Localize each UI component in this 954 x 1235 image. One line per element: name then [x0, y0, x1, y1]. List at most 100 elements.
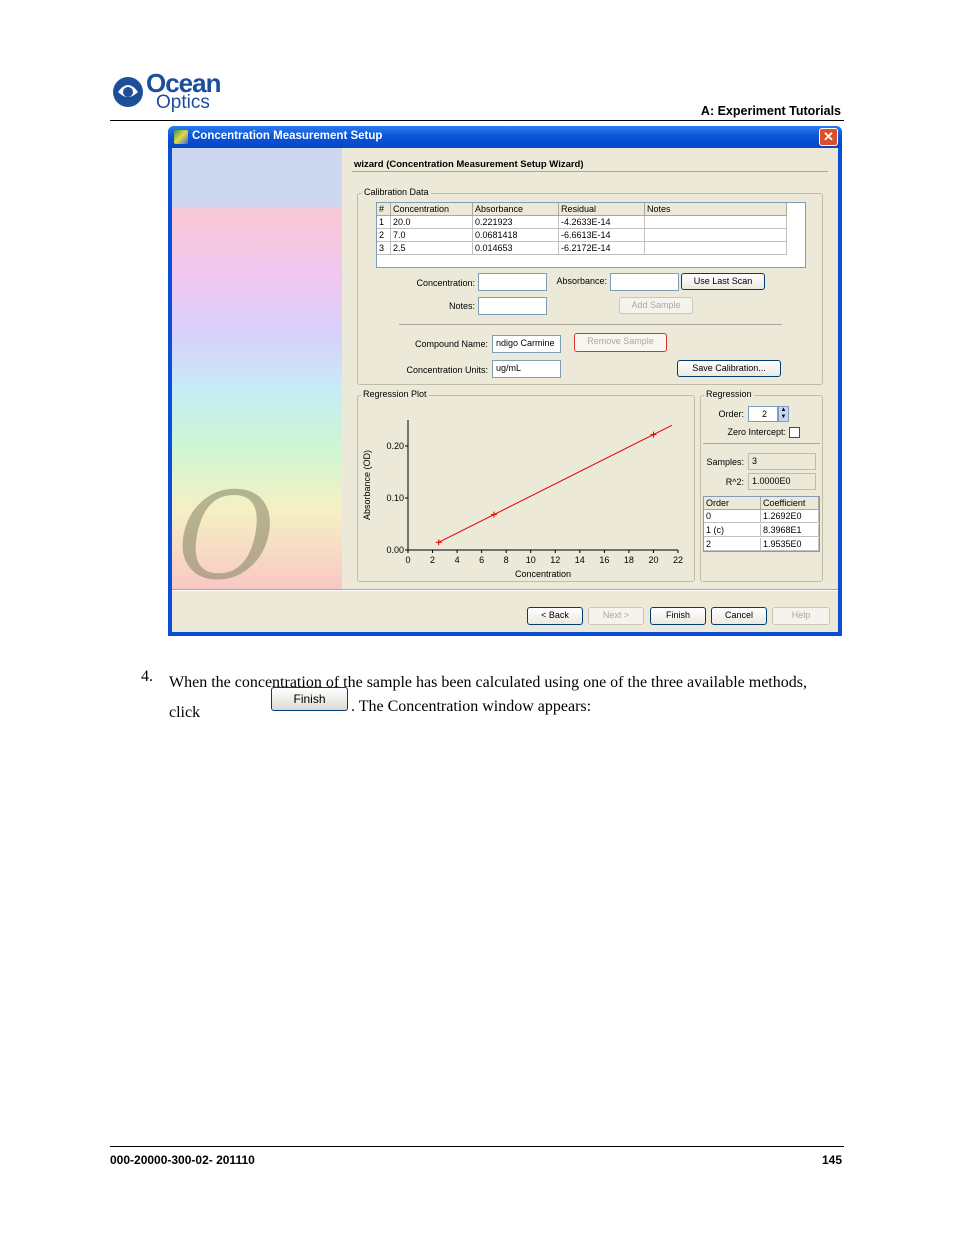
- close-icon[interactable]: ✕: [819, 128, 838, 146]
- table-cell[interactable]: -6.2172E-14: [559, 242, 645, 255]
- regression-chart: 0 2 4 6 8 10 12 14 16 18 20 22 0.00 0.10 0.20 Concentra…: [362, 420, 683, 579]
- help-button[interactable]: Help: [772, 607, 830, 625]
- window-title: Concentration Measurement Setup: [192, 130, 383, 142]
- zero-intercept-label: Zero Intercept:: [727, 427, 786, 437]
- table-cell[interactable]: [645, 229, 787, 242]
- notes-field[interactable]: [478, 297, 547, 315]
- table-cell[interactable]: [645, 242, 787, 255]
- absorbance-field[interactable]: [610, 273, 679, 291]
- table-cell[interactable]: 3: [377, 242, 391, 255]
- table-cell[interactable]: 1 (c): [704, 524, 761, 537]
- col-header-coefficient[interactable]: Coefficient: [761, 497, 819, 510]
- y-tick-label: 0.10: [386, 493, 404, 503]
- x-tick-label: 2: [430, 555, 435, 565]
- x-tick-label: 0: [405, 555, 410, 565]
- x-tick-label: 18: [624, 555, 634, 565]
- table-cell[interactable]: 1: [377, 216, 391, 229]
- step-number: 4.: [141, 668, 153, 685]
- header-rule: [110, 120, 844, 121]
- ocean-optics-logo: Ocean Optics: [110, 68, 230, 115]
- calibration-data-label: Calibration Data: [362, 187, 431, 197]
- table-cell[interactable]: 8.3968E1: [761, 524, 819, 537]
- y-tick-label: 0.00: [386, 545, 404, 555]
- calibration-table[interactable]: # Concentration Absorbance Residual Note…: [376, 202, 806, 268]
- wizard-side-banner: O: [172, 148, 342, 598]
- r2-label: R^2:: [725, 477, 744, 487]
- coefficient-table[interactable]: Order Coefficient 0 1.2692E0 1 (c) 8.396…: [703, 496, 820, 552]
- section-header: A: Experiment Tutorials: [700, 104, 841, 118]
- footer-rule: [110, 1146, 844, 1147]
- table-cell[interactable]: -6.6613E-14: [559, 229, 645, 242]
- table-cell[interactable]: 7.0: [391, 229, 473, 242]
- table-cell[interactable]: 0.0681418: [473, 229, 559, 242]
- watermark-logo: O: [177, 468, 276, 607]
- regression-fit-line: [438, 424, 673, 543]
- x-tick-label: 12: [550, 555, 560, 565]
- table-cell[interactable]: 0.221923: [473, 216, 559, 229]
- table-cell[interactable]: 2: [377, 229, 391, 242]
- table-cell[interactable]: 0: [704, 510, 761, 523]
- button-bar-separator: [172, 589, 838, 591]
- concentration-label: Concentration:: [416, 278, 475, 288]
- col-header-order[interactable]: Order: [704, 497, 761, 510]
- table-cell[interactable]: [645, 216, 787, 229]
- table-cell[interactable]: 0.014653: [473, 242, 559, 255]
- x-tick-label: 22: [673, 555, 683, 565]
- table-cell[interactable]: 2.5: [391, 242, 473, 255]
- page-number: 145: [821, 1153, 842, 1167]
- finish-button[interactable]: Finish: [650, 607, 706, 625]
- regression-divider: [703, 443, 820, 444]
- samples-field: 3: [748, 453, 816, 470]
- form-divider: [399, 324, 782, 325]
- table-cell[interactable]: -4.2633E-14: [559, 216, 645, 229]
- x-tick-label: 20: [648, 555, 658, 565]
- x-tick-label: 8: [504, 555, 509, 565]
- concentration-setup-window: Concentration Measurement Setup ✕ O wiza…: [168, 126, 842, 636]
- remove-sample-button[interactable]: Remove Sample: [574, 333, 667, 352]
- next-button[interactable]: Next >: [588, 607, 644, 625]
- notes-label: Notes:: [448, 301, 475, 311]
- app-icon: [174, 130, 188, 144]
- wizard-title-rule: [352, 171, 828, 172]
- col-header-absorbance[interactable]: Absorbance: [473, 203, 559, 216]
- concentration-units-label: Concentration Units:: [406, 365, 488, 375]
- spinner-arrows-icon[interactable]: ▲ ▼: [778, 406, 789, 422]
- col-header-concentration[interactable]: Concentration: [391, 203, 473, 216]
- finish-button-image: Finish: [271, 687, 348, 711]
- back-button[interactable]: < Back: [527, 607, 583, 625]
- data-point: [650, 431, 657, 438]
- table-cell[interactable]: 1.9535E0: [761, 538, 819, 551]
- x-axis-label: Concentration: [515, 569, 571, 579]
- order-spinner[interactable]: 2: [748, 406, 778, 422]
- document-number: 000-20000-300-02- 201110: [110, 1153, 255, 1167]
- use-last-scan-button[interactable]: Use Last Scan: [681, 273, 765, 290]
- concentration-units-field[interactable]: ug/mL: [492, 360, 561, 378]
- add-sample-button[interactable]: Add Sample: [619, 297, 693, 314]
- y-tick-label: 0.20: [386, 441, 404, 451]
- table-cell[interactable]: 2: [704, 538, 761, 551]
- wizard-title: wizard (Concentration Measurement Setup …: [354, 159, 584, 170]
- zero-intercept-checkbox[interactable]: [789, 427, 800, 438]
- col-header-residual[interactable]: Residual: [559, 203, 645, 216]
- x-tick-label: 4: [455, 555, 460, 565]
- title-bar: Concentration Measurement Setup ✕: [168, 126, 842, 148]
- samples-label: Samples:: [706, 457, 744, 467]
- concentration-field[interactable]: [478, 273, 547, 291]
- regression-plot-label: Regression Plot: [361, 389, 429, 399]
- x-tick-label: 16: [599, 555, 609, 565]
- x-tick-label: 6: [479, 555, 484, 565]
- brand-optics: Optics: [156, 92, 210, 113]
- dialog-client: O wizard (Concentration Measurement Setu…: [172, 148, 838, 632]
- table-cell[interactable]: 1.2692E0: [761, 510, 819, 523]
- compound-name-field[interactable]: ndigo Carmine: [492, 335, 561, 353]
- table-cell[interactable]: 20.0: [391, 216, 473, 229]
- data-point: [490, 511, 497, 518]
- compound-name-label: Compound Name:: [414, 339, 488, 349]
- col-header-index[interactable]: #: [377, 203, 391, 216]
- col-header-notes[interactable]: Notes: [645, 203, 787, 216]
- absorbance-label: Absorbance:: [556, 276, 607, 286]
- cancel-button[interactable]: Cancel: [711, 607, 767, 625]
- data-point: [435, 539, 442, 546]
- save-calibration-button[interactable]: Save Calibration...: [677, 360, 781, 377]
- order-label: Order:: [718, 409, 744, 419]
